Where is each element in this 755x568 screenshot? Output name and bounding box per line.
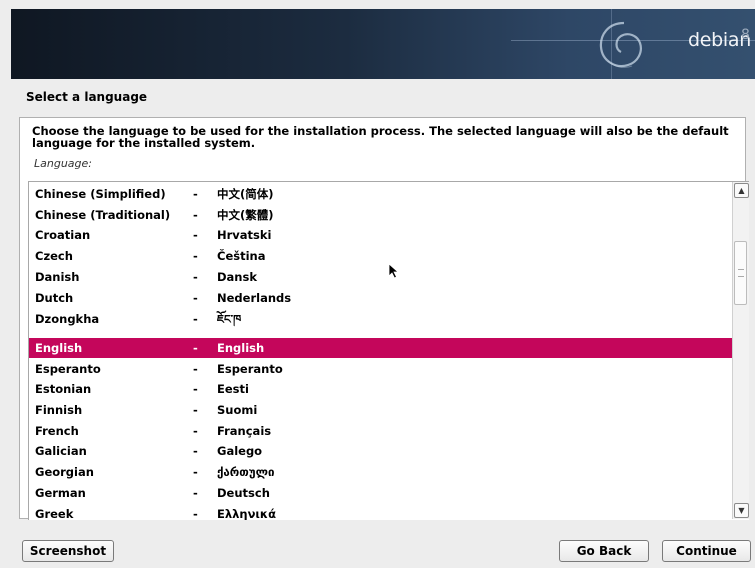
language-option[interactable]: Czech - Čeština: [29, 246, 734, 266]
native-language-name: Suomi: [217, 403, 258, 417]
language-list[interactable]: Chinese (Simplified) - 中文(简体) Chinese (Trad…: [28, 181, 749, 520]
language-option[interactable]: Chinese (Simplified) - 中文(简体): [29, 184, 734, 204]
scroll-down-icon[interactable]: ▼: [734, 503, 749, 518]
native-language-name: Nederlands: [217, 291, 292, 305]
language-name: Galician: [35, 444, 87, 458]
separator: -: [193, 444, 198, 458]
scrollbar-thumb[interactable]: [734, 241, 747, 305]
language-name: Greek: [35, 507, 74, 520]
debian-version: 8: [741, 27, 750, 43]
separator: -: [193, 382, 198, 396]
scroll-up-icon[interactable]: ▲: [734, 183, 749, 198]
language-option[interactable]: Croatian - Hrvatski: [29, 225, 734, 245]
language-option[interactable]: Galician - Galego: [29, 441, 734, 461]
separator: -: [193, 486, 198, 500]
native-language-name: Galego: [217, 444, 263, 458]
native-language-name: Français: [217, 424, 272, 438]
separator: -: [193, 312, 198, 326]
debian-swirl-icon: [599, 21, 642, 68]
separator: -: [193, 465, 198, 479]
language-name: English: [35, 341, 83, 355]
language-option[interactable]: Chinese (Traditional) - 中文(繁體): [29, 205, 734, 225]
language-name: Georgian: [35, 465, 94, 479]
language-option[interactable]: Danish - Dansk: [29, 267, 734, 287]
separator: -: [193, 341, 198, 355]
language-option[interactable]: French - Français: [29, 421, 734, 441]
native-language-name: 中文(简体): [217, 187, 274, 201]
separator: -: [193, 187, 198, 201]
language-name: French: [35, 424, 79, 438]
language-list-label: Language:: [34, 157, 92, 170]
native-language-name: Ελληνικά: [217, 507, 276, 520]
separator: -: [193, 249, 198, 263]
native-language-name: Deutsch: [217, 486, 270, 500]
separator: -: [193, 228, 198, 242]
language-name: Chinese (Traditional): [35, 208, 171, 222]
language-name: Dzongkha: [35, 312, 100, 326]
language-option[interactable]: Estonian - Eesti: [29, 379, 734, 399]
language-option[interactable]: Dutch - Nederlands: [29, 288, 734, 308]
native-language-name: English: [217, 341, 265, 355]
vertical-scrollbar[interactable]: ▲ ▼: [732, 182, 749, 519]
native-language-name: Dansk: [217, 270, 257, 284]
language-name: Croatian: [35, 228, 91, 242]
instruction-text: Choose the language to be used for the i…: [32, 124, 729, 150]
separator: -: [193, 291, 198, 305]
language-name: Dutch: [35, 291, 74, 305]
native-language-name: Eesti: [217, 382, 249, 396]
language-option[interactable]: Dzongkha - ཇོང་ཁ: [29, 309, 734, 329]
language-name: Danish: [35, 270, 80, 284]
separator: -: [193, 362, 198, 376]
separator: -: [193, 403, 198, 417]
screenshot-button[interactable]: Screenshot: [22, 540, 114, 562]
language-option[interactable]: Greek - Ελληνικά: [29, 504, 734, 520]
language-name: German: [35, 486, 86, 500]
native-language-name: Esperanto: [217, 362, 283, 376]
language-name: Esperanto: [35, 362, 101, 376]
language-option[interactable]: German - Deutsch: [29, 483, 734, 503]
language-panel: Choose the language to be used for the i…: [19, 117, 749, 520]
native-language-name: ཇོང་ཁ: [217, 312, 242, 326]
language-option[interactable]: Finnish - Suomi: [29, 400, 734, 420]
separator: -: [193, 270, 198, 284]
native-language-name: Hrvatski: [217, 228, 272, 242]
native-language-name: Čeština: [217, 249, 266, 263]
language-option[interactable]: Esperanto - Esperanto: [29, 359, 734, 379]
language-name: Estonian: [35, 382, 92, 396]
page-title: Select a language: [26, 90, 148, 104]
language-name: Czech: [35, 249, 73, 263]
native-language-name: ქართული: [217, 465, 275, 479]
debian-banner: debian 8: [11, 9, 755, 79]
native-language-name: 中文(繁體): [217, 208, 274, 222]
mouse-pointer-icon: [388, 263, 400, 279]
go-back-button[interactable]: Go Back: [559, 540, 649, 562]
language-option[interactable]: English - English: [29, 338, 734, 358]
language-name: Chinese (Simplified): [35, 187, 166, 201]
language-name: Finnish: [35, 403, 83, 417]
separator: -: [193, 507, 198, 520]
language-option[interactable]: Georgian - ქართული: [29, 462, 734, 482]
continue-button[interactable]: Continue: [662, 540, 751, 562]
separator: -: [193, 208, 198, 222]
separator: -: [193, 424, 198, 438]
